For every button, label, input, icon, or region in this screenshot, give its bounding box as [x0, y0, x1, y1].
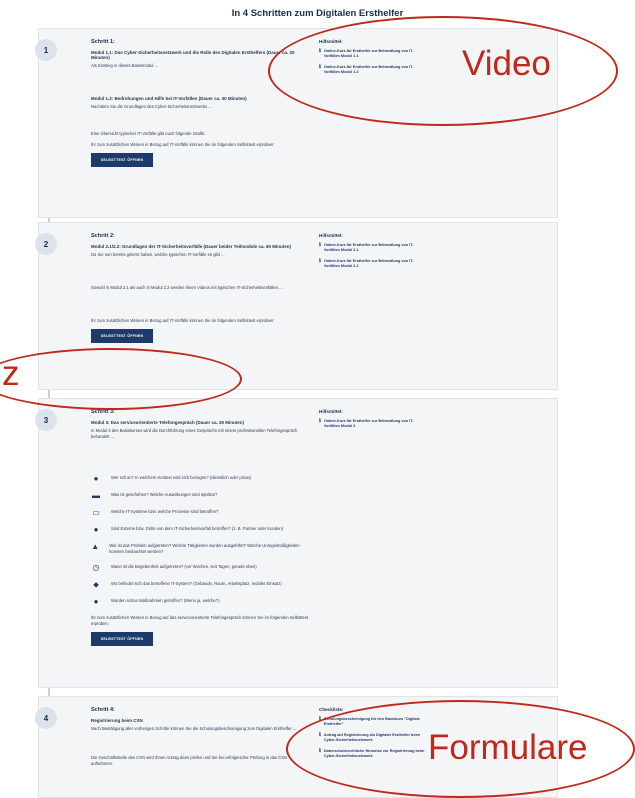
step-number: 3	[35, 409, 57, 431]
question-text: Wer ruft an? In welchem Kontext wird sic…	[111, 475, 252, 480]
question-text: Welche IT-Systeme bzw. welche Prozesse s…	[111, 509, 219, 514]
resource-link-label: Online-Kurs für Ersthelfer zur Behandlun…	[323, 243, 414, 252]
info-icon: ℹ	[319, 242, 321, 248]
resources-panel: Hilfsmittel: ℹ Online-Kurs für Ersthelfer…	[319, 409, 429, 435]
selftest-button[interactable]: SELBSTTEST ÖFFNEN	[91, 153, 153, 167]
resources-heading: Hilfsmittel:	[319, 233, 343, 238]
hand-icon: ●	[93, 597, 99, 606]
question-item: ▬ Was ist geschehen? Welche Auswirkungen …	[91, 492, 313, 500]
question-item: ⬥ Wo befindet sich das betroffene IT-Syst…	[91, 581, 313, 589]
resource-link[interactable]: ℹ Online-Kurs für Ersthelfer zur Behandlu…	[319, 243, 429, 253]
info-icon: ℹ	[319, 258, 321, 264]
question-text: Sind Externe bzw. Dritte von dem IT-Sich…	[111, 526, 284, 531]
step-text: Da Sie nun bereits gelernt haben, welche…	[91, 252, 225, 257]
resources-heading: Hilfsmittel:	[319, 409, 343, 414]
video-annotation-label: Video	[462, 44, 551, 83]
step-number: 1	[35, 39, 57, 61]
module-title: Modul 1.2: Bedrohungen und Hilfe bei IT-…	[91, 96, 247, 101]
clock-icon: ◷	[92, 563, 100, 572]
page-title: In 4 Schritten zum Digitalen Ersthelfer	[231, 8, 404, 19]
module-title: Modul 3: Das serviceorientierte Telefong…	[91, 420, 244, 425]
resource-link-label: Online-Kurs für Ersthelfer zur Behandlun…	[323, 259, 414, 268]
resources-panel: Hilfsmittel: ℹ Online-Kurs für Ersthelfer…	[319, 233, 429, 275]
step-text: Die Geschäftsstelle des CSN wird Ihnen A…	[91, 755, 287, 766]
step-content: Schritt 3: Modul 3: Das serviceorientier…	[91, 409, 313, 646]
step-text: Nachdem Sie die Grundlagen des Cyber-Sic…	[91, 104, 212, 109]
question-item: ▲ Wie ist das Problem aufgetreten? Welche…	[91, 543, 313, 555]
resource-link[interactable]: ℹ Online-Kurs für Ersthelfer zur Behandlu…	[319, 419, 429, 429]
step-3-card: 3 Schritt 3: Modul 3: Das serviceorienti…	[35, 398, 558, 688]
question-text: Was ist geschehen? Welche Auswirkungen s…	[111, 492, 218, 497]
step-text: Ihr zum zusätzlichen Wissen in Bezug auf…	[91, 142, 275, 147]
step-text: In Modul 3 des Basiskurses wird die Durc…	[91, 428, 298, 439]
question-text: Wo befindet sich das betroffene IT-Syste…	[111, 581, 282, 586]
step-content: Schritt 2: Modul 2.1/2.2: Grundlagen der…	[91, 233, 309, 343]
step-heading: Schritt 3:	[91, 409, 115, 415]
question-item: ▭ Welche IT-Systeme bzw. welche Prozesse …	[91, 509, 313, 517]
location-icon: ⬥	[93, 580, 99, 589]
step-heading: Schritt 1:	[91, 39, 115, 45]
person-icon: ●	[93, 474, 99, 483]
module-title: Registrierung beim CSN	[91, 718, 143, 723]
question-text: Wurden schon Maßnahmen getroffen? (Wenn …	[111, 598, 220, 603]
step-number: 4	[35, 707, 57, 729]
question-item: ◷ Wann ist die Begebenheit aufgetreten? (…	[91, 564, 313, 572]
question-text: Wann ist die Begebenheit aufgetreten? (v…	[111, 564, 257, 569]
step-number: 2	[35, 233, 57, 255]
video-annotation-ellipse	[268, 16, 618, 126]
question-item: ● Wer ruft an? In welchem Kontext wird si…	[91, 475, 313, 483]
step-text: Nach Bestätigung aller vorherigen Schrit…	[91, 726, 297, 731]
selftest-button[interactable]: SELBSTTEST ÖFFNEN	[91, 632, 153, 646]
step-heading: Schritt 4:	[91, 707, 115, 713]
monitor-icon: ▭	[92, 508, 100, 517]
forms-annotation-label: Formulare	[428, 728, 588, 767]
selftest-button[interactable]: SELBSTTEST ÖFFNEN	[91, 329, 153, 343]
question-text: Wie ist das Problem aufgetreten? Welche …	[109, 543, 300, 554]
warning-icon: ▲	[91, 542, 100, 551]
bed-icon: ▬	[92, 491, 100, 500]
step-heading: Schritt 2:	[91, 233, 115, 239]
quiz-annotation-label: z	[2, 354, 20, 393]
resource-link[interactable]: ℹ Online-Kurs für Ersthelfer zur Behandlu…	[319, 259, 429, 269]
module-title: Modul 2.1/2.2: Grundlagen der IT-Sicherh…	[91, 244, 291, 249]
question-item: ● Wurden schon Maßnahmen getroffen? (Wenn…	[91, 598, 313, 606]
step-text: Ihr zum zusätzlichen Wissen in Bezug auf…	[91, 318, 275, 323]
question-item: ● Sind Externe bzw. Dritte von dem IT-Sic…	[91, 526, 313, 534]
resource-link-label: Online-Kurs für Ersthelfer zur Behandlun…	[323, 419, 414, 428]
step-text: Sowohl in Modul 2.1 als auch in Modul 2.…	[91, 285, 283, 290]
people-icon: ●	[93, 525, 99, 534]
step-text: Ihr zum zusätzlichen Wissen in Bezug auf…	[91, 615, 309, 626]
info-icon: ℹ	[319, 418, 321, 424]
step-text: Eine Übersicht typischer IT-Vorfälle gib…	[91, 131, 206, 136]
step-content: Schritt 4: Registrierung beim CSN Nach B…	[91, 707, 309, 772]
